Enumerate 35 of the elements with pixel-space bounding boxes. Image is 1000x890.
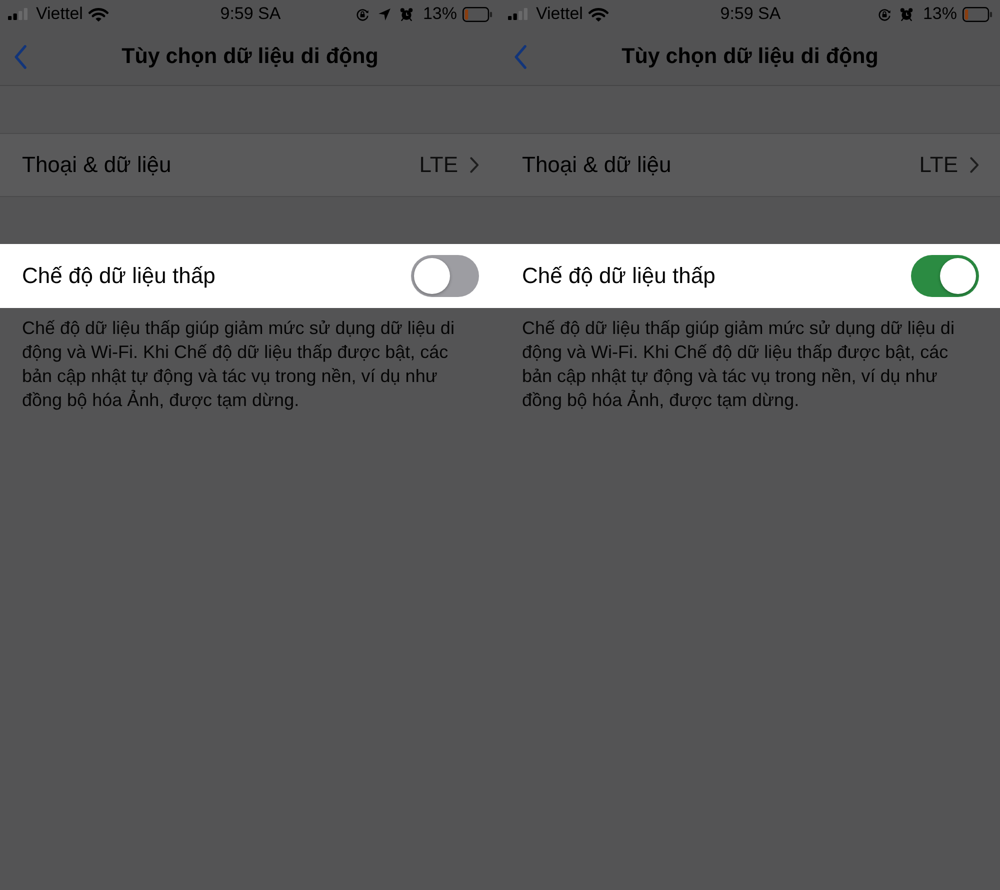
screen-title: Tùy chọn dữ liệu di động <box>620 44 880 69</box>
rotation-lock-icon <box>356 8 369 20</box>
settings-row[interactable]: Thoại & dữ liệu LTE <box>0 133 500 197</box>
wifi-icon <box>88 6 109 22</box>
row-label: Chế độ dữ liệu thấp <box>522 263 716 289</box>
rotation-lock-icon <box>878 8 891 20</box>
toggle-switch[interactable] <box>411 255 479 297</box>
footer-description: Chế độ dữ liệu thấp giúp giảm mức sử dụng dữ liệu di động và Wi-Fi. Khi Chế độ dữ liệu thấp được bật, các bản cập nhật tự động và tác vụ trong nền, ví dụ như đồng bộ hóa Ảnh, được tạm dừng. <box>521 317 956 412</box>
battery-icon <box>962 6 993 22</box>
status-time: 9:59 SA <box>720 4 781 24</box>
row-value: LTE <box>419 152 458 178</box>
status-time: 9:59 SA <box>220 4 281 24</box>
toggle-switch[interactable] <box>911 255 979 297</box>
chevron-left-icon <box>514 44 526 68</box>
carrier-name: Viettel <box>536 4 583 24</box>
wifi-icon <box>588 6 609 22</box>
location-arrow-icon <box>378 8 391 20</box>
alarm-clock-icon <box>400 8 413 20</box>
settings-row[interactable]: Thoại & dữ liệu LTE <box>500 133 1000 197</box>
chevron-left-icon <box>14 44 26 68</box>
row-label: Chế độ dữ liệu thấp <box>22 263 216 289</box>
battery-icon <box>462 6 493 22</box>
row-label: Thoại & dữ liệu <box>22 152 172 178</box>
footer-description: Chế độ dữ liệu thấp giúp giảm mức sử dụng dữ liệu di động và Wi-Fi. Khi Chế độ dữ liệu thấp được bật, các bản cập nhật tự động và tác vụ trong nền, ví dụ như đồng bộ hóa Ảnh, được tạm dừng. <box>21 317 456 412</box>
battery-percent: 13% <box>422 4 457 24</box>
screen-title: Tùy chọn dữ liệu di động <box>120 44 380 69</box>
battery-percent: 13% <box>922 4 957 24</box>
row-value: LTE <box>919 152 958 178</box>
carrier-name: Viettel <box>36 4 83 24</box>
chevron-right-icon <box>470 157 479 173</box>
alarm-clock-icon <box>900 8 913 20</box>
signal-bars-icon <box>8 8 28 20</box>
chevron-right-icon <box>970 157 979 173</box>
signal-bars-icon <box>508 8 528 20</box>
row-label: Thoại & dữ liệu <box>522 152 672 178</box>
